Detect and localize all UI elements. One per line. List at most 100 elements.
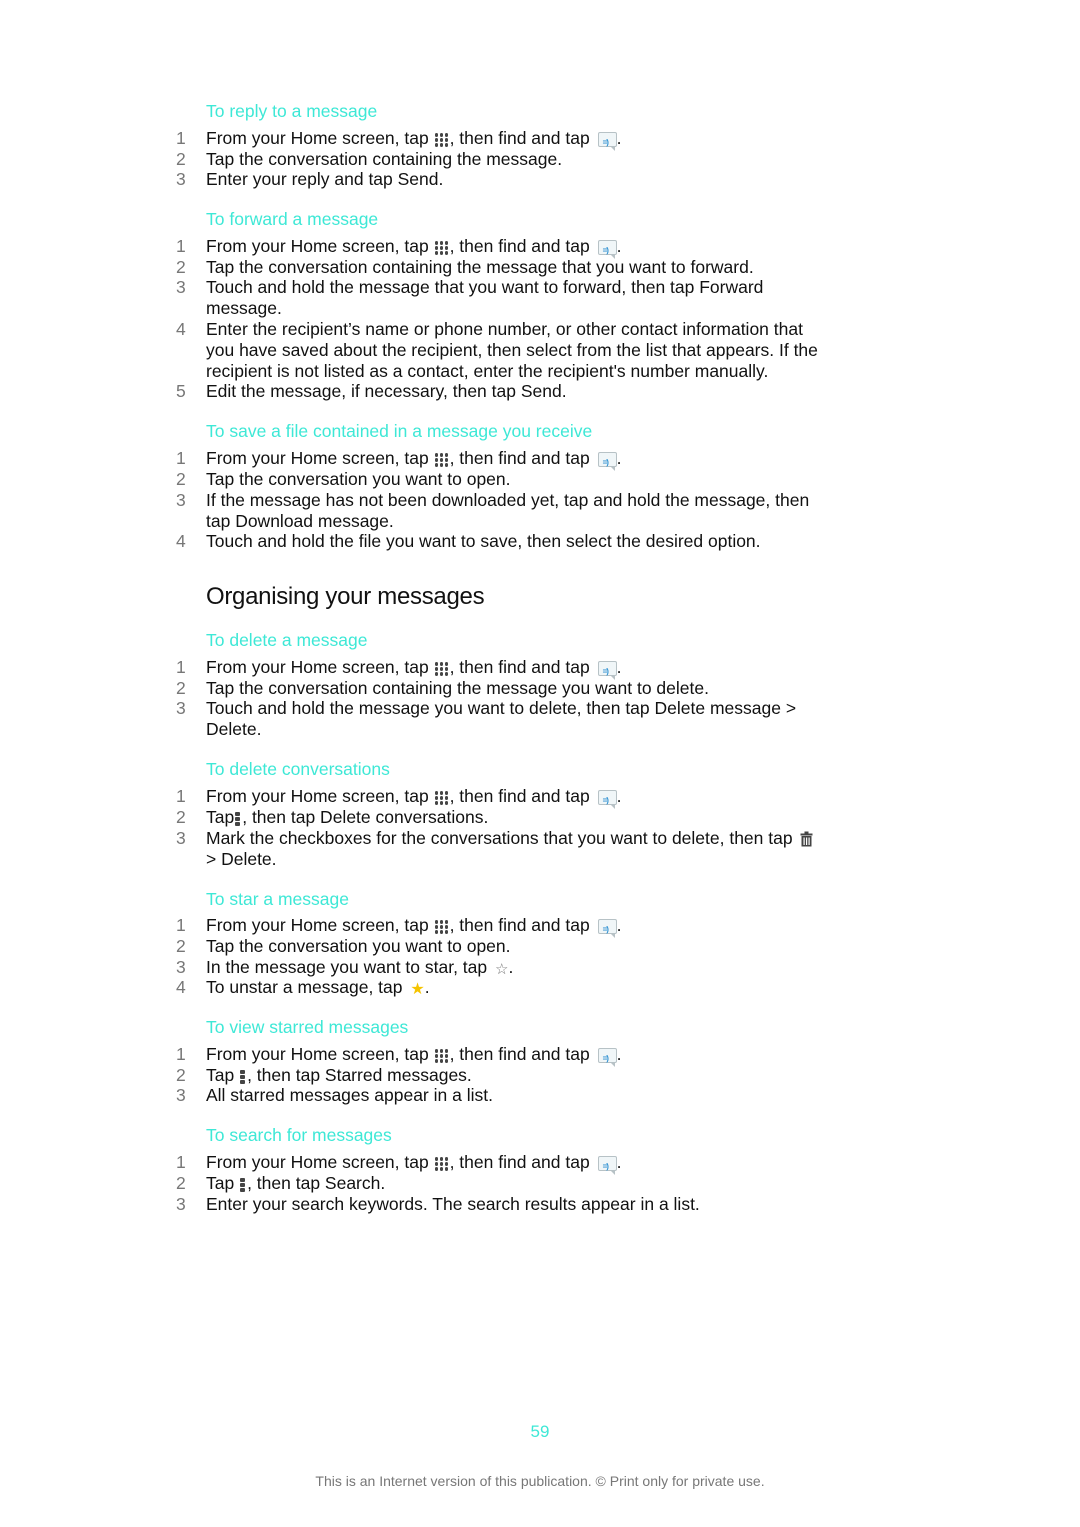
footer-notice: This is an Internet version of this publ… <box>315 1473 765 1489</box>
step-text-segment: From your Home screen, tap <box>206 1152 434 1172</box>
step-text-line: Tap , then tap Delete conversations. <box>206 807 856 828</box>
section-heading: Organising your messages <box>206 583 485 610</box>
step-text-segment: Tap the conversation you want to open. <box>206 936 511 956</box>
star-filled-icon: ★ <box>410 981 425 998</box>
step-number: 3 <box>176 828 186 848</box>
step-number: 2 <box>176 149 186 169</box>
step-text-segment: , then tap Delete conversations. <box>242 807 489 827</box>
step-number: 1 <box>176 1044 186 1064</box>
step-text: Tap , then tap Delete conversations. <box>206 807 856 828</box>
step-number: 4 <box>176 531 186 551</box>
step-text-segment: From your Home screen, tap <box>206 786 434 806</box>
step-text-segment: . <box>616 915 622 935</box>
step-text-segment: Enter your search keywords. The search r… <box>206 1194 700 1214</box>
step-text: Enter your reply and tap Send. <box>206 169 856 190</box>
step-text-segment: . <box>424 977 430 997</box>
step-text-segment: To unstar a message, tap <box>206 977 408 997</box>
step-text-segment: Delete. <box>206 718 262 739</box>
step-text-line: All starred messages appear in a list. <box>206 1085 856 1106</box>
step-text-segment: . <box>616 448 622 468</box>
step-text-segment: Tap the conversation containing the mess… <box>206 678 709 698</box>
overflow-menu-icon <box>235 810 241 826</box>
step-text-line: If the message has not been downloaded y… <box>206 490 856 511</box>
step-number: 2 <box>176 469 186 489</box>
step-text: If the message has not been downloaded y… <box>206 490 856 532</box>
step-text-line: Tap the conversation you want to open. <box>206 936 856 957</box>
step-text-segment: Touch and hold the message that you want… <box>206 277 764 297</box>
messaging-app-icon <box>597 452 617 474</box>
step-text-line: Edit the message, if necessary, then tap… <box>206 381 856 402</box>
step-text-segment: , then find and tap <box>449 657 595 677</box>
apps-grid-icon <box>434 239 450 255</box>
step-text-segment: . <box>616 236 622 256</box>
step-text: From your Home screen, tap , then find a… <box>206 1044 856 1070</box>
messaging-app-icon <box>597 790 617 812</box>
step-text-segment: From your Home screen, tap <box>206 1044 434 1064</box>
page-number: 59 <box>530 1422 550 1441</box>
step-number: 3 <box>176 490 186 510</box>
step-text-segment: Edit the message, if necessary, then tap… <box>206 381 567 401</box>
messaging-app-icon <box>597 132 617 154</box>
step-text: To unstar a message, tap ★. <box>206 977 856 1001</box>
step-text-segment: tap Download message. <box>206 510 394 531</box>
step-text-line: Enter the recipient’s name or phone numb… <box>206 319 856 340</box>
step-text-segment: Tap <box>206 1173 240 1193</box>
step-text-segment: Enter your reply and tap Send. <box>206 169 444 189</box>
step-text-segment: In the message you want to star, tap <box>206 957 492 977</box>
step-text-segment: . <box>616 1044 622 1064</box>
step-text: From your Home screen, tap , then find a… <box>206 236 856 262</box>
procedure-title: To delete conversations <box>206 759 390 779</box>
step-text-segment: , then find and tap <box>449 1152 595 1172</box>
apps-grid-icon <box>434 451 450 467</box>
step-number: 2 <box>176 936 186 956</box>
step-text: From your Home screen, tap , then find a… <box>206 915 856 941</box>
step-text-segment: , then find and tap <box>449 236 595 256</box>
overflow-menu-icon <box>240 1068 246 1084</box>
step-number: 2 <box>176 807 186 827</box>
step-text-line: Touch and hold the message that you want… <box>206 277 856 298</box>
step-number: 2 <box>176 678 186 698</box>
trash-icon <box>800 831 813 847</box>
step-text-segment: Tap <box>206 1065 240 1085</box>
step-text-segment: , then find and tap <box>449 915 595 935</box>
step-text: Enter your search keywords. The search r… <box>206 1194 856 1215</box>
step-text-segment: , then find and tap <box>449 128 595 148</box>
apps-grid-icon <box>434 918 450 934</box>
step-text-line: Tap the conversation containing the mess… <box>206 678 856 699</box>
step-number: 3 <box>176 957 186 977</box>
step-text: Tap the conversation containing the mess… <box>206 678 856 699</box>
step-text: Tap the conversation you want to open. <box>206 469 856 490</box>
step-text: Touch and hold the file you want to save… <box>206 531 856 552</box>
step-number: 1 <box>176 1152 186 1172</box>
step-number: 3 <box>176 277 186 297</box>
step-text: Tap the conversation containing the mess… <box>206 257 856 278</box>
procedure-title: To reply to a message <box>206 101 378 121</box>
step-text: Tap , then tap Search. <box>206 1173 856 1194</box>
star-outline-icon: ☆ <box>495 961 509 978</box>
step-text-segment: If the message has not been downloaded y… <box>206 490 810 510</box>
step-text-segment: Tap the conversation containing the mess… <box>206 257 754 277</box>
step-text-line: From your Home screen, tap , then find a… <box>206 657 856 683</box>
step-number: 1 <box>176 657 186 677</box>
step-text-line: From your Home screen, tap , then find a… <box>206 128 856 154</box>
step-text-line: you have saved about the recipient, then… <box>206 340 856 361</box>
step-text-line: From your Home screen, tap , then find a… <box>206 1152 856 1178</box>
step-text: Mark the checkboxes for the conversation… <box>206 828 856 870</box>
step-text-line: Enter your reply and tap Send. <box>206 169 856 190</box>
step-text: From your Home screen, tap , then find a… <box>206 128 856 154</box>
procedure-title: To forward a message <box>206 209 379 229</box>
step-text-line: Enter your search keywords. The search r… <box>206 1194 856 1215</box>
step-text-line: From your Home screen, tap , then find a… <box>206 1044 856 1070</box>
step-text-segment: All starred messages appear in a list. <box>206 1085 493 1105</box>
procedure-title: To star a message <box>206 889 349 909</box>
step-text-line: Delete. <box>206 719 856 740</box>
step-text-line: tap Download message. <box>206 511 856 532</box>
step-text-line: From your Home screen, tap , then find a… <box>206 915 856 941</box>
step-text: Enter the recipient’s name or phone numb… <box>206 319 856 381</box>
procedure-title: To search for messages <box>206 1125 392 1145</box>
step-text-segment: . <box>616 1152 622 1172</box>
step-text-line: Mark the checkboxes for the conversation… <box>206 828 856 849</box>
step-text-segment: message. <box>206 297 282 318</box>
step-text: Tap the conversation you want to open. <box>206 936 856 957</box>
step-text-segment: , then find and tap <box>449 786 595 806</box>
